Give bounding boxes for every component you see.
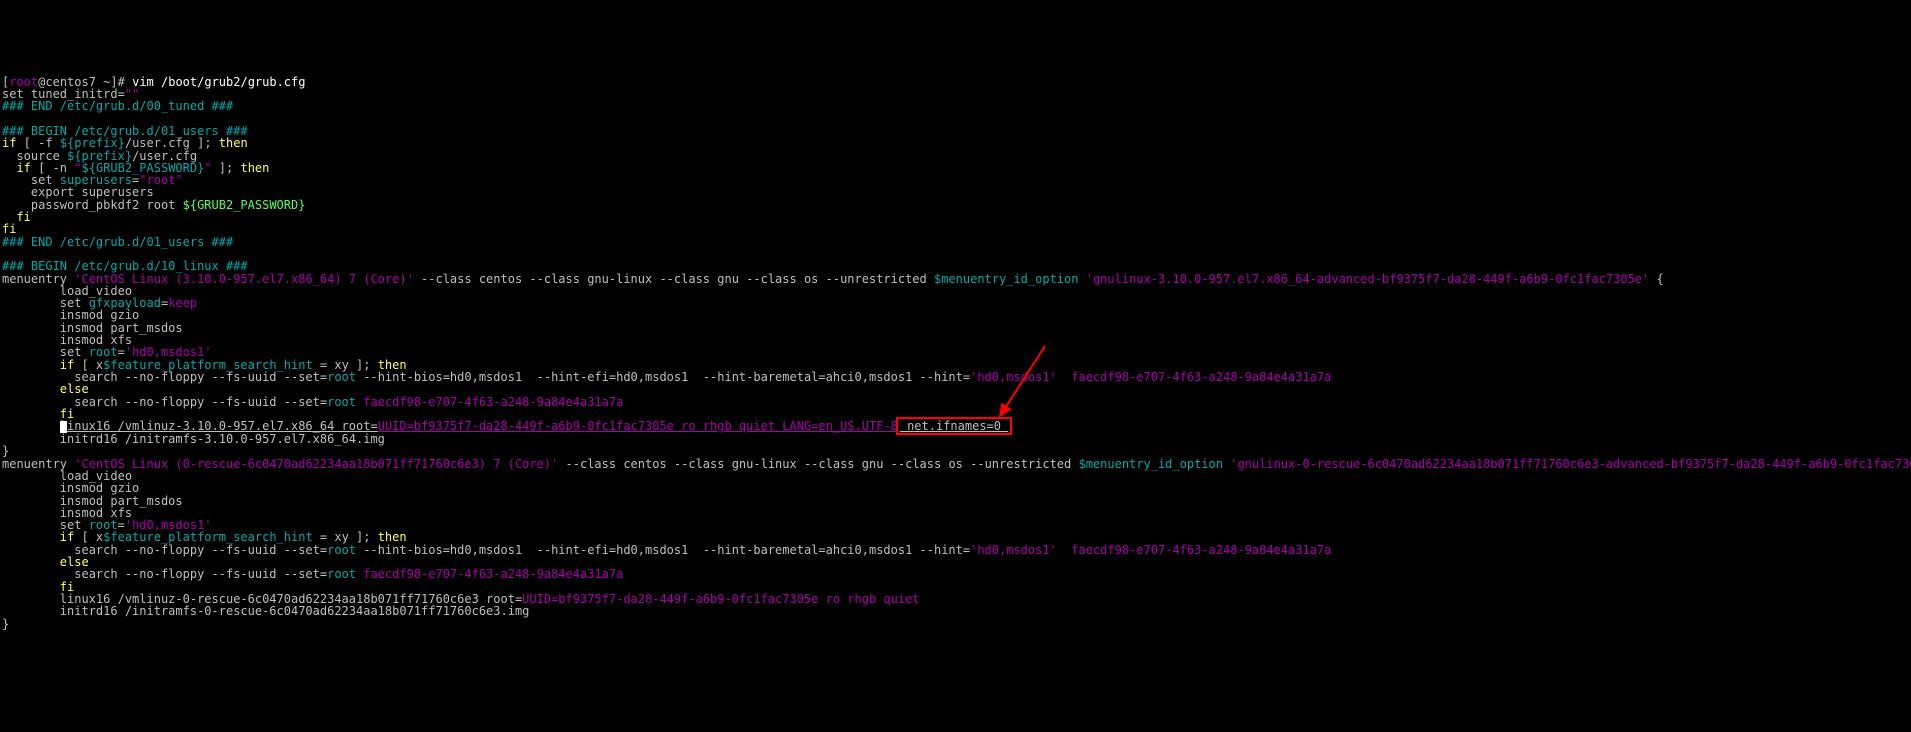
code-line: ]; bbox=[212, 161, 241, 175]
code-ident: root bbox=[327, 543, 356, 557]
code-string: 'hd0,msdos1' bbox=[970, 370, 1057, 384]
code-var: $menuentry_id_option bbox=[1078, 457, 1223, 471]
code-string: 'CentOS Linux (0-rescue-6c0470ad62234aa1… bbox=[74, 457, 558, 471]
code-uuid: UUID=bf9375f7-da28-449f-a6b9-0fc1fac7305… bbox=[378, 419, 898, 433]
keyword-then: then bbox=[219, 136, 248, 150]
code-uuid: faecdf98-e707-4f63-a248-9a84e4a31a7a bbox=[356, 395, 623, 409]
code-ident: root bbox=[327, 567, 356, 581]
code-ident: root bbox=[327, 370, 356, 384]
code-line bbox=[2, 419, 60, 433]
code-uuid: faecdf98-e707-4f63-a248-9a84e4a31a7a bbox=[1057, 370, 1332, 384]
code-uuid: UUID=bf9375f7-da28-449f-a6b9-0fc1fac7305… bbox=[522, 592, 919, 606]
code-line: initrd16 /initramfs-3.10.0-957.el7.x86_6… bbox=[2, 432, 385, 446]
code-ident: root bbox=[327, 395, 356, 409]
code-uuid: faecdf98-e707-4f63-a248-9a84e4a31a7a bbox=[1057, 543, 1332, 557]
code-var: ${GRUB2_PASSWORD} bbox=[183, 198, 306, 212]
code-line: --class centos --class gnu-linux --class… bbox=[558, 457, 1078, 471]
code-line bbox=[1078, 272, 1085, 286]
code-line: { bbox=[1649, 272, 1663, 286]
keyword-then: then bbox=[240, 161, 269, 175]
code-line: initrd16 /initramfs-0-rescue-6c0470ad622… bbox=[2, 604, 529, 618]
code-line: linux16 /vmlinuz-3.10.0-957.el7.x86_64 r… bbox=[60, 419, 378, 433]
code-var: $menuentry_id_option bbox=[934, 272, 1079, 286]
code-comment: ### END /etc/grub.d/01_users ### bbox=[2, 235, 233, 249]
code-line: --class centos --class gnu-linux --class… bbox=[414, 272, 934, 286]
code-line: --hint-bios=hd0,msdos1 --hint-efi=hd0,ms… bbox=[356, 543, 970, 557]
cursor bbox=[60, 421, 67, 433]
code-line: --hint-bios=hd0,msdos1 --hint-efi=hd0,ms… bbox=[356, 370, 970, 384]
code-uuid: faecdf98-e707-4f63-a248-9a84e4a31a7a bbox=[356, 567, 623, 581]
code-comment: ### END /etc/grub.d/00_tuned ### bbox=[2, 99, 233, 113]
code-value: keep bbox=[168, 296, 197, 310]
terminal-output[interactable]: [root@centos7 ~]# vim /boot/grub2/grub.c… bbox=[0, 61, 1911, 644]
command-text: vim /boot/grub2/grub.cfg bbox=[132, 75, 305, 89]
code-string: " bbox=[204, 161, 211, 175]
code-line: } bbox=[2, 617, 9, 631]
highlighted-parameter: net.ifnames=0 bbox=[898, 419, 1010, 433]
annotation-arrow-icon bbox=[990, 341, 1060, 431]
code-string: 'gnulinux-3.10.0-957.el7.x86_64-advanced… bbox=[1086, 272, 1650, 286]
code-string: 'gnulinux-0-rescue-6c0470ad62234aa18b071… bbox=[1230, 457, 1911, 471]
code-string: 'hd0,msdos1' bbox=[970, 543, 1057, 557]
